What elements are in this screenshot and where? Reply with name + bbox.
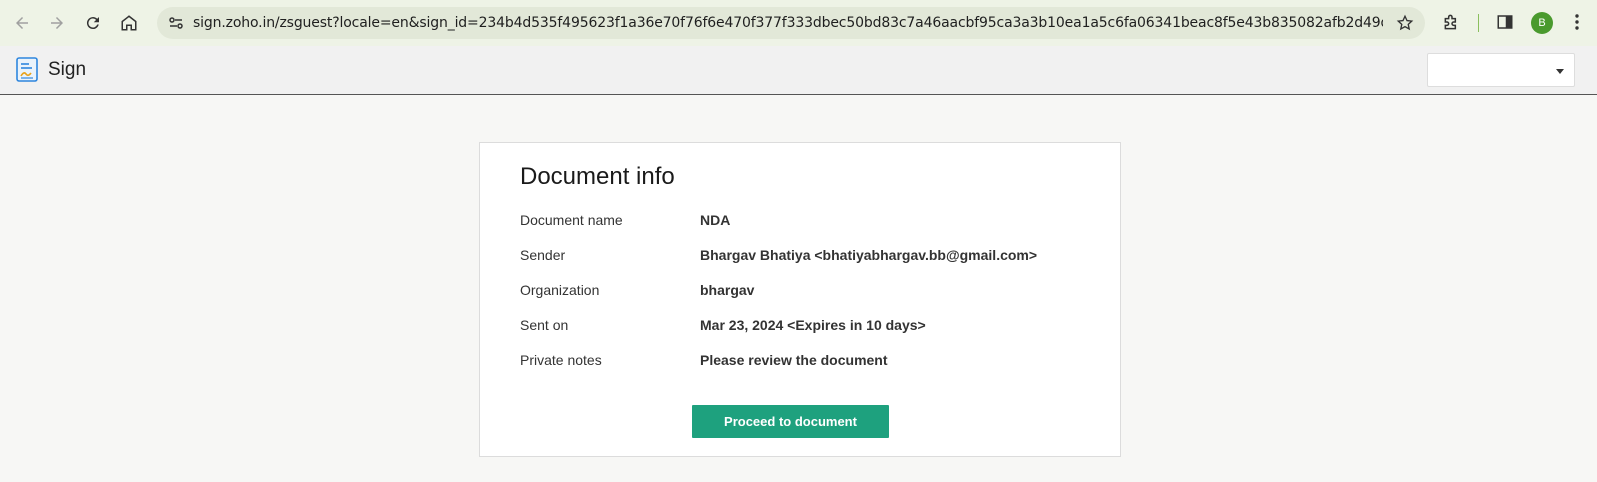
home-button[interactable] xyxy=(116,10,142,36)
organization-label: Organization xyxy=(520,282,600,298)
proceed-to-document-button[interactable]: Proceed to document xyxy=(692,405,889,438)
zoho-sign-logo-icon xyxy=(16,57,38,82)
toolbar-divider xyxy=(1478,14,1479,32)
app-title: Sign xyxy=(48,59,87,80)
browser-toolbar: sign.zoho.in/zsguest?locale=en&sign_id=2… xyxy=(0,0,1597,46)
card-title: Document info xyxy=(520,163,675,190)
url-text[interactable]: sign.zoho.in/zsguest?locale=en&sign_id=2… xyxy=(193,7,1383,39)
profile-avatar[interactable]: B xyxy=(1531,12,1553,34)
sent-on-value: Mar 23, 2024 <Expires in 10 days> xyxy=(700,317,926,333)
reload-button[interactable] xyxy=(80,10,106,36)
sender-value: Bhargav Bhatiya <bhatiyabhargav.bb@gmail… xyxy=(700,247,1038,263)
site-info-button[interactable] xyxy=(165,12,187,34)
extensions-icon xyxy=(1444,14,1457,30)
chevron-down-icon xyxy=(1556,69,1564,74)
home-icon xyxy=(121,15,137,31)
forward-button[interactable] xyxy=(44,10,70,36)
back-button[interactable] xyxy=(9,10,35,36)
browser-menu-button[interactable] xyxy=(1566,11,1588,33)
side-panel-button[interactable] xyxy=(1494,11,1516,33)
language-select[interactable] xyxy=(1427,53,1575,87)
site-info-icon xyxy=(169,17,183,29)
side-panel-icon xyxy=(1497,15,1513,29)
extensions-button[interactable] xyxy=(1441,11,1463,33)
private-notes-label: Private notes xyxy=(520,352,602,368)
address-bar[interactable]: sign.zoho.in/zsguest?locale=en&sign_id=2… xyxy=(157,7,1425,39)
private-notes-value: Please review the document xyxy=(700,352,888,368)
back-icon xyxy=(16,17,28,29)
star-icon xyxy=(1396,14,1414,31)
menu-icon xyxy=(1575,14,1579,30)
forward-icon xyxy=(51,17,63,29)
document-name-value: NDA xyxy=(700,212,731,228)
app-header: Sign xyxy=(0,46,1597,95)
sent-on-label: Sent on xyxy=(520,317,569,333)
bookmark-button[interactable] xyxy=(1395,13,1415,33)
organization-value: bhargav xyxy=(700,282,755,298)
document-name-label: Document name xyxy=(520,212,623,228)
document-info-card: Document info Document name NDA Sender B… xyxy=(479,142,1121,457)
reload-icon xyxy=(86,17,99,30)
sender-label: Sender xyxy=(520,247,566,263)
